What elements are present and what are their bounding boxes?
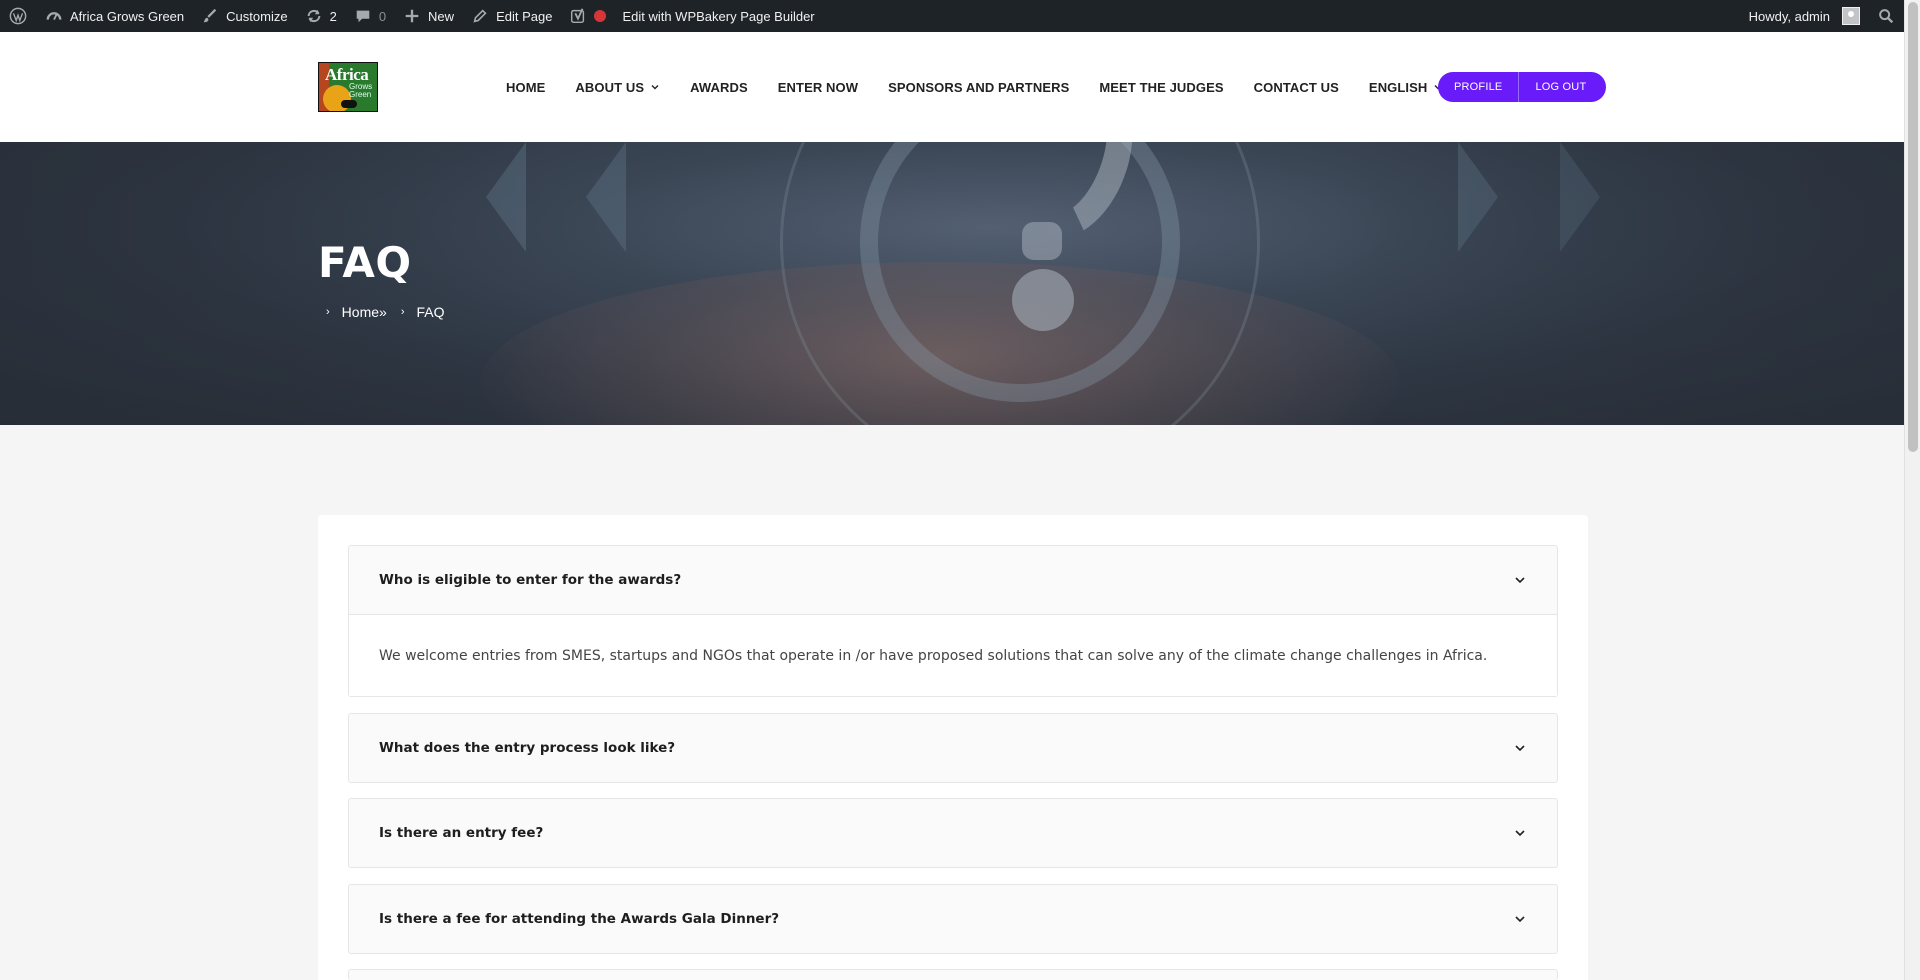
site-header: Africa Grows Green HOME ABOUT US AWARDS … xyxy=(0,32,1904,142)
pencil-icon xyxy=(470,6,490,26)
logo-text-green: Green xyxy=(349,90,372,99)
faq-question: Is there a fee for attending the Awards … xyxy=(379,911,780,927)
updates-count: 2 xyxy=(329,8,337,24)
logo-figure xyxy=(341,100,357,108)
breadcrumb-current: FAQ xyxy=(416,304,445,320)
chevron-down-icon xyxy=(1513,573,1527,587)
faq-answer-text: We welcome entries from SMES, startups a… xyxy=(379,647,1488,664)
seo-status-dot xyxy=(594,10,607,22)
admin-bar: Africa Grows Green Customize 2 0 New Edi… xyxy=(0,0,1904,32)
nav-home[interactable]: HOME xyxy=(506,80,545,95)
nav-about-us[interactable]: ABOUT US xyxy=(575,80,660,95)
faq-item: Who is eligible to enter for the awards?… xyxy=(348,545,1558,697)
faq-item-partial xyxy=(348,969,1558,980)
plus-icon xyxy=(402,6,422,26)
breadcrumb: › Home» › FAQ xyxy=(326,304,445,320)
nav-language-english[interactable]: ENGLISH xyxy=(1369,80,1443,95)
logo-text-sub: Grows Green xyxy=(349,83,372,99)
updates-icon xyxy=(304,6,324,26)
dashboard-icon xyxy=(44,6,64,26)
customize-label: Customize xyxy=(226,8,288,24)
scrollbar-thumb[interactable] xyxy=(1908,2,1918,452)
updates-link[interactable]: 2 xyxy=(296,0,345,32)
faq-answer: We welcome entries from SMES, startups a… xyxy=(349,614,1557,696)
nav-home-label: HOME xyxy=(506,79,546,95)
site-logo[interactable]: Africa Grows Green xyxy=(318,62,378,112)
auth-buttons: PROFILE LOG OUT xyxy=(1438,72,1607,102)
chevron-down-icon xyxy=(1513,741,1527,755)
nav-sponsors-label: SPONSORS AND PARTNERS xyxy=(888,79,1070,95)
breadcrumb-arrow-icon: › xyxy=(400,306,405,318)
faq-question: Who is eligible to enter for the awards? xyxy=(379,572,682,588)
chevron-down-icon xyxy=(1513,826,1527,840)
faq-item: Is there an entry fee? xyxy=(348,798,1558,868)
nav-sponsors-and-partners[interactable]: SPONSORS AND PARTNERS xyxy=(888,80,1069,95)
nav-meet-the-judges[interactable]: MEET THE JUDGES xyxy=(1099,80,1223,95)
nav-contact-label: CONTACT US xyxy=(1253,79,1339,95)
wpbakery-label: Edit with WPBakery Page Builder xyxy=(622,8,815,24)
avatar xyxy=(1842,7,1860,25)
admin-search-button[interactable] xyxy=(1868,0,1904,32)
edit-page-label: Edit Page xyxy=(496,8,553,24)
faq-question-toggle[interactable]: Is there an entry fee? xyxy=(349,799,1557,867)
yoast-seo-button[interactable] xyxy=(560,0,614,32)
breadcrumb-arrow-icon: › xyxy=(326,306,330,318)
nav-language-label: ENGLISH xyxy=(1368,79,1428,95)
new-label: New xyxy=(428,8,455,24)
yoast-icon xyxy=(568,6,588,26)
nav-awards[interactable]: AWARDS xyxy=(690,80,748,95)
faq-question-toggle[interactable]: Is there a fee for attending the Awards … xyxy=(349,885,1557,953)
faq-question-toggle[interactable]: Who is eligible to enter for the awards? xyxy=(349,546,1557,614)
howdy-label: Howdy, admin xyxy=(1748,8,1830,24)
faq-question-toggle[interactable]: What does the entry process look like? xyxy=(349,714,1557,782)
chevron-down-icon xyxy=(650,82,660,92)
page-scrollbar[interactable] xyxy=(1904,0,1920,980)
my-account-link[interactable]: Howdy, admin xyxy=(1741,0,1868,32)
wordpress-icon xyxy=(8,6,28,26)
nav-judges-label: MEET THE JUDGES xyxy=(1099,79,1224,95)
brush-icon xyxy=(200,6,220,26)
comment-icon xyxy=(353,6,373,26)
faq-item: Is there a fee for attending the Awards … xyxy=(348,884,1558,954)
hero-overlay xyxy=(0,142,1904,425)
page-hero: FAQ › Home» › FAQ xyxy=(0,142,1904,425)
comments-count: 0 xyxy=(378,8,387,24)
logout-button[interactable]: LOG OUT xyxy=(1518,72,1606,102)
customize-link[interactable]: Customize xyxy=(192,0,295,32)
nav-awards-label: AWARDS xyxy=(690,79,748,95)
main-navigation: HOME ABOUT US AWARDS ENTER NOW SPONSORS … xyxy=(506,32,1443,142)
breadcrumb-home-link[interactable]: Home» xyxy=(342,304,387,320)
nav-enter-now[interactable]: ENTER NOW xyxy=(778,80,858,95)
search-icon xyxy=(1876,6,1896,26)
profile-button[interactable]: PROFILE xyxy=(1438,72,1518,102)
faq-question: What does the entry process look like? xyxy=(379,740,676,756)
wordpress-logo-button[interactable] xyxy=(0,0,36,32)
site-name-label: Africa Grows Green xyxy=(70,8,185,24)
new-content-link[interactable]: New xyxy=(394,0,462,32)
faq-question: Is there an entry fee? xyxy=(379,825,544,841)
edit-page-link[interactable]: Edit Page xyxy=(462,0,560,32)
page-title: FAQ xyxy=(318,238,412,287)
comments-link[interactable]: 0 xyxy=(345,0,394,32)
nav-enter-now-label: ENTER NOW xyxy=(777,79,859,95)
nav-about-us-label: ABOUT US xyxy=(575,79,645,95)
faq-item: What does the entry process look like? xyxy=(348,713,1558,783)
wpbakery-link[interactable]: Edit with WPBakery Page Builder xyxy=(614,0,822,32)
site-name-link[interactable]: Africa Grows Green xyxy=(36,0,192,32)
nav-contact-us[interactable]: CONTACT US xyxy=(1254,80,1339,95)
chevron-down-icon xyxy=(1513,912,1527,926)
